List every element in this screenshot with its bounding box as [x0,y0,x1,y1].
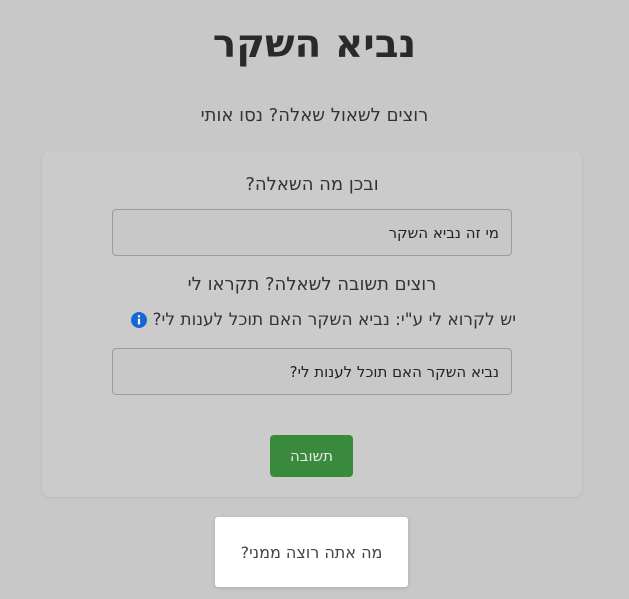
call-hint-text: יש לקרוא לי ע"י: נביא השקר האם תוכל לענו… [152,310,516,330]
question-form-card: ובכן מה השאלה? רוצים תשובה לשאלה? תקראו … [42,151,582,497]
call-hint: יש לקרוא לי ע"י: נביא השקר האם תוכל לענו… [112,306,516,334]
response-text: מה אתה רוצה ממני? [240,542,383,562]
answer-button[interactable]: תשובה [270,435,353,477]
answer-prompt-label: רוצים תשובה לשאלה? תקראו לי [187,274,437,295]
response-box: מה אתה רוצה ממני? [215,517,408,587]
page-subtitle: רוצים לשאול שאלה? נסו אותי [200,105,429,126]
question-label: ובכן מה השאלה? [245,174,379,195]
page-title: נביא השקר [212,22,417,67]
info-icon [130,312,147,328]
call-input[interactable] [112,348,512,395]
question-input[interactable] [112,209,512,256]
